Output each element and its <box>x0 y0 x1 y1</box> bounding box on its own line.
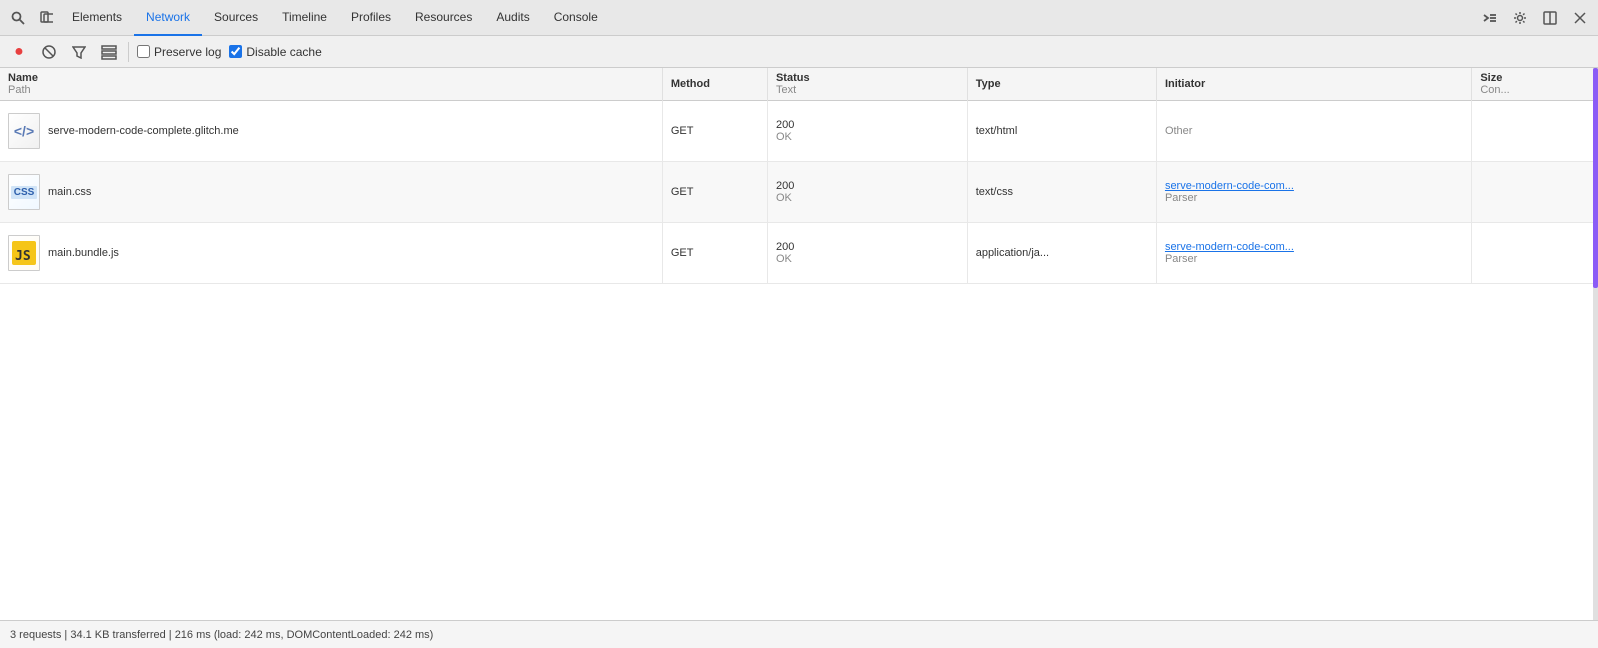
table-row[interactable]: </> serve-modern-code-complete.glitch.me… <box>0 101 1598 162</box>
toolbar-divider <box>128 42 129 62</box>
filter-button[interactable] <box>68 41 90 63</box>
view-button[interactable] <box>98 41 120 63</box>
table-row[interactable]: JS main.bundle.js GET 200 OK application… <box>0 223 1598 284</box>
html-file-icon: </> <box>8 113 40 149</box>
status-bar: 3 requests | 34.1 KB transferred | 216 m… <box>0 620 1598 648</box>
execute-icon[interactable] <box>1476 4 1504 32</box>
cell-name-css: CSS main.css <box>0 162 662 223</box>
cell-name-html: </> serve-modern-code-complete.glitch.me <box>0 101 662 162</box>
dock-icon[interactable] <box>1536 4 1564 32</box>
cell-status-js: 200 OK <box>767 223 967 284</box>
col-header-initiator[interactable]: Initiator <box>1156 68 1471 101</box>
search-button[interactable] <box>4 4 32 32</box>
disable-cache-label: Disable cache <box>246 45 321 59</box>
network-toolbar: ● Preserve log Disable cache <box>0 36 1598 68</box>
tab-profiles[interactable]: Profiles <box>339 0 403 36</box>
cell-status-html: 200 OK <box>767 101 967 162</box>
disable-cache-checkbox[interactable] <box>229 45 242 58</box>
table-row[interactable]: CSS main.css GET 200 OK text/css serve-m… <box>0 162 1598 223</box>
col-header-size[interactable]: Size Con... <box>1472 68 1598 101</box>
top-nav: Elements Network Sources Timeline Profil… <box>0 0 1598 36</box>
cell-type-html: text/html <box>967 101 1156 162</box>
tab-sources[interactable]: Sources <box>202 0 270 36</box>
settings-icon[interactable] <box>1506 4 1534 32</box>
tab-audits[interactable]: Audits <box>484 0 541 36</box>
cell-method-css: GET <box>662 162 767 223</box>
js-file-icon: JS <box>8 235 40 271</box>
col-header-status[interactable]: Status Text <box>767 68 967 101</box>
tab-resources[interactable]: Resources <box>403 0 484 36</box>
cell-status-css: 200 OK <box>767 162 967 223</box>
css-file-icon: CSS <box>8 174 40 210</box>
scrollbar-thumb[interactable] <box>1593 68 1598 288</box>
col-header-type[interactable]: Type <box>967 68 1156 101</box>
tab-console[interactable]: Console <box>542 0 610 36</box>
table-header-row: Name Path Method Status Text Type Initia… <box>0 68 1598 101</box>
cell-method-html: GET <box>662 101 767 162</box>
col-header-method[interactable]: Method <box>662 68 767 101</box>
nav-right-icons <box>1476 4 1594 32</box>
preserve-log-label: Preserve log <box>154 45 221 59</box>
status-bar-text: 3 requests | 34.1 KB transferred | 216 m… <box>10 629 433 641</box>
tab-network[interactable]: Network <box>134 0 202 36</box>
cell-initiator-js: serve-modern-code-com... Parser <box>1156 223 1471 284</box>
cell-type-css: text/css <box>967 162 1156 223</box>
cell-method-js: GET <box>662 223 767 284</box>
cell-name-js: JS main.bundle.js <box>0 223 662 284</box>
record-button[interactable]: ● <box>8 41 30 63</box>
cell-size-html <box>1472 101 1598 162</box>
disable-cache-checkbox-group[interactable]: Disable cache <box>229 45 321 59</box>
preserve-log-checkbox-group[interactable]: Preserve log <box>137 45 221 59</box>
svg-text:JS: JS <box>15 249 31 264</box>
device-toggle-button[interactable] <box>32 4 60 32</box>
cell-initiator-html: Other <box>1156 101 1471 162</box>
tab-timeline[interactable]: Timeline <box>270 0 339 36</box>
col-header-name[interactable]: Name Path <box>0 68 662 101</box>
close-icon[interactable] <box>1566 4 1594 32</box>
network-table-container: Name Path Method Status Text Type Initia… <box>0 68 1598 620</box>
cell-size-js <box>1472 223 1598 284</box>
preserve-log-checkbox[interactable] <box>137 45 150 58</box>
cell-type-js: application/ja... <box>967 223 1156 284</box>
cell-size-css <box>1472 162 1598 223</box>
network-table: Name Path Method Status Text Type Initia… <box>0 68 1598 284</box>
clear-button[interactable] <box>38 41 60 63</box>
scrollbar-track[interactable] <box>1593 68 1598 620</box>
tab-elements[interactable]: Elements <box>60 0 134 36</box>
cell-initiator-css: serve-modern-code-com... Parser <box>1156 162 1471 223</box>
